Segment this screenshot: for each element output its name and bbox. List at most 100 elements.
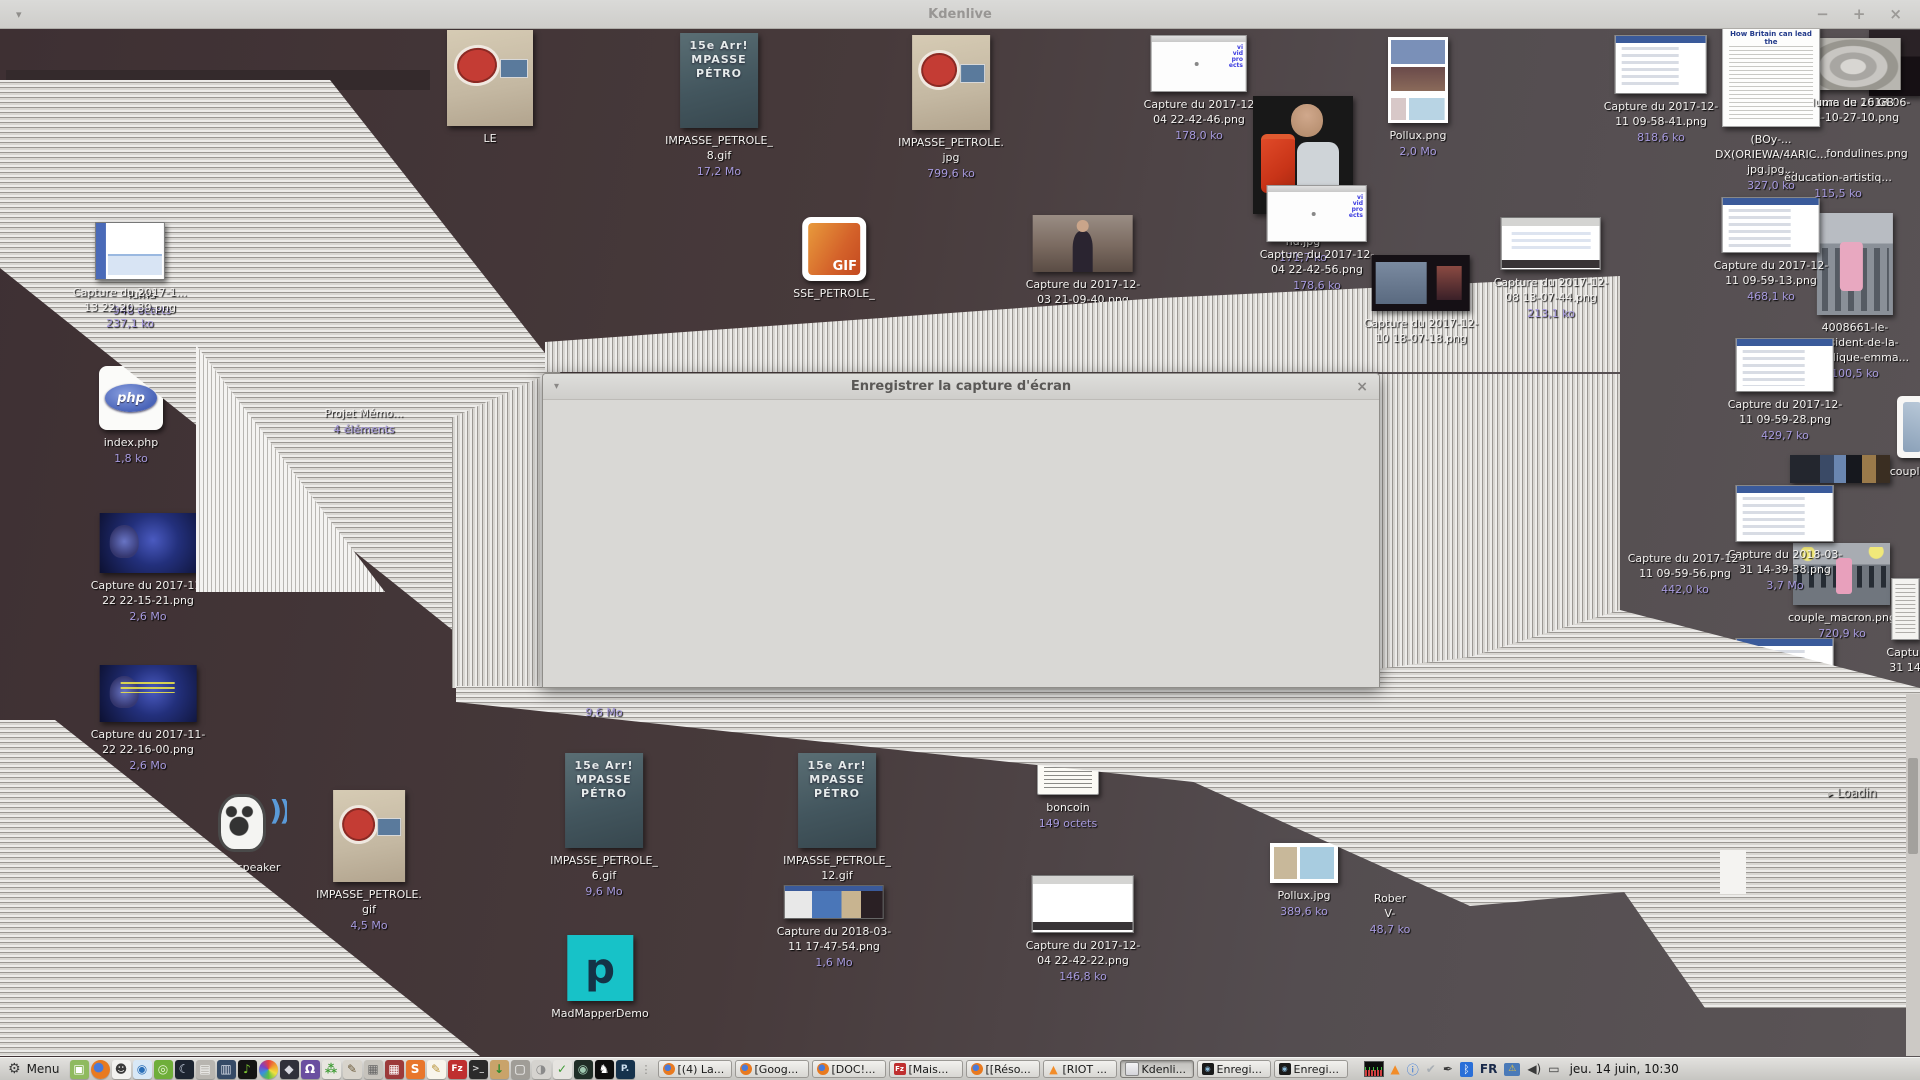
tray-volume-icon[interactable]: ◀) xyxy=(1527,1062,1541,1076)
desktop-icon[interactable]: Capture du 2017-12-11 09-59-56.png442,0 … xyxy=(1628,551,1743,597)
desktop-icon[interactable]: MadMapperDemo xyxy=(551,935,648,1021)
taskbar-window-button[interactable]: ▲[RIOT ... xyxy=(1043,1060,1117,1078)
taskbar-window-button[interactable]: [DOC!... xyxy=(812,1060,886,1078)
desktop-icon[interactable]: Capture du 2017-12-11 09-58-41.png818,6 … xyxy=(1604,35,1719,145)
launcher-horse-icon[interactable]: ♞ xyxy=(595,1060,614,1079)
desktop-icon[interactable]: Pollux.jpg389,6 ko xyxy=(1270,843,1338,919)
tray-screen-icon[interactable]: ▭ xyxy=(1548,1062,1559,1076)
desktop-icon[interactable]: IMPASSE_PETROLE.jpg799,6 ko xyxy=(898,35,1004,181)
taskbar-window-button[interactable]: Fz[Mais... xyxy=(889,1060,963,1078)
desktop-icon[interactable] xyxy=(1790,455,1890,488)
icon-size: 178,6 ko xyxy=(1293,278,1341,293)
launcher-drive-icon[interactable]: ▤ xyxy=(196,1060,215,1079)
desktop-icon[interactable]: vividproectsCapture du 2017-12-04 22-42-… xyxy=(1260,185,1375,293)
desktop-icon[interactable]: phpindex.php1,8 ko xyxy=(99,366,163,466)
desktop-icon[interactable]: Capture du 2017-12-11 09-59-28.png429,7 … xyxy=(1728,338,1843,443)
launcher-sphere-icon[interactable]: ◑ xyxy=(532,1060,551,1079)
desktop-icon[interactable]: Pollux.png2,0 Mo xyxy=(1388,37,1448,159)
desktop-icon[interactable]: Capture du 2018-03-31 14-39-38.png3,7 Mo xyxy=(1728,485,1843,593)
launcher-pen-icon[interactable]: ✎ xyxy=(343,1060,362,1079)
desktop-icon[interactable]: Capture du 2017-11-22 22-16-00.png2,6 Mo xyxy=(91,665,206,773)
tray-brush-icon[interactable]: ✒ xyxy=(1443,1062,1453,1076)
launcher-projector-icon[interactable]: P. xyxy=(616,1060,635,1079)
scrollbar-thumb[interactable] xyxy=(1908,758,1918,854)
desktop-icon[interactable]: fondulines.png xyxy=(1826,146,1908,161)
taskbar-window-button[interactable]: ◉Enregi... xyxy=(1274,1060,1348,1078)
launcher-night-sky-icon[interactable]: ☾ xyxy=(175,1060,194,1079)
desktop-icon[interactable]: Capture du 2017-12-03 21-09-40.png xyxy=(1026,215,1141,307)
dialog-close-button[interactable]: × xyxy=(1356,379,1368,395)
desktop-icon[interactable]: 9,6 Mo xyxy=(585,704,622,720)
tray-check-icon[interactable]: ✔ xyxy=(1426,1062,1436,1076)
launcher-sublime-icon[interactable]: S xyxy=(406,1060,425,1079)
desktop-icon[interactable]: Capture du 2017-12-11 09-59-13.png468,1 … xyxy=(1714,197,1829,304)
menu-button[interactable]: ⚙ Menu xyxy=(8,1061,60,1077)
desktop-icon[interactable]: Capture du 2017-1...13 22-20-39.png237,1… xyxy=(73,222,187,331)
desktop-icon[interactable]: IMPASSE_PETROLE.gif4,5 Mo xyxy=(316,790,422,933)
dialog-titlebar[interactable]: ▾ Enregistrer la capture d'écran × xyxy=(543,374,1379,400)
taskbar-window-button[interactable]: [(4) La... xyxy=(658,1060,732,1078)
desktop-icon[interactable]: ))Gespeaker xyxy=(215,791,287,875)
desktop-icon[interactable]: vividproectsCapture du 2017-1204 22-42-4… xyxy=(1144,35,1255,143)
launcher-spiral-icon[interactable]: ◎ xyxy=(154,1060,173,1079)
dialog-shade-icon[interactable]: ▾ xyxy=(554,381,559,392)
desktop-icon[interactable]: 15e Arr!MPASSEPÉTROIMPASSE_PETROLE_8.gif… xyxy=(665,33,773,179)
desktop-icon[interactable]: Projet Mémo...4 éléments xyxy=(324,406,403,437)
tray-bluetooth-icon[interactable]: ᛒ xyxy=(1460,1062,1473,1077)
desktop-icon[interactable]: boncoin149 octets xyxy=(1037,753,1099,831)
minimize-button[interactable]: − xyxy=(1816,0,1829,28)
launcher-package-icon[interactable]: ↓ xyxy=(490,1060,509,1079)
tray-shield-icon[interactable]: ⓘ xyxy=(1407,1061,1419,1078)
desktop-icon[interactable]: RoberV-48,7 ko xyxy=(1370,891,1411,937)
taskbar-window-button[interactable]: ◉Enregi... xyxy=(1197,1060,1271,1078)
launcher-terminal-icon[interactable]: >_ xyxy=(469,1060,488,1079)
launcher-notes-icon[interactable]: ✎ xyxy=(427,1060,446,1079)
desktop-icon[interactable] xyxy=(1897,396,1920,463)
desktop-icon[interactable]: GIFSSE_PETROLE_ xyxy=(793,217,875,301)
panel-handle[interactable]: ⋮ xyxy=(641,1063,652,1076)
desktop-icon[interactable]: Captur31 14 xyxy=(1886,578,1920,675)
desktop-icon[interactable]: LE xyxy=(447,30,533,146)
window-shade-icon[interactable]: ▾ xyxy=(16,8,22,21)
launcher-music-icon[interactable]: ♪ xyxy=(238,1060,257,1079)
desktop-icon[interactable]: How Britain can lead the(BOy-...DX(ORIEW… xyxy=(1715,25,1827,193)
launcher-screen-icon[interactable]: ▢ xyxy=(511,1060,530,1079)
desktop-icon[interactable]: Capture du 2017-12-10 18-07-18.png xyxy=(1364,255,1479,346)
tray-display-warning-icon[interactable]: ⚠ xyxy=(1504,1063,1520,1076)
scrollbar[interactable] xyxy=(1906,694,1920,1056)
launcher-photos-icon[interactable] xyxy=(259,1060,278,1079)
launcher-film-icon[interactable]: ▥ xyxy=(217,1060,236,1079)
taskbar-window-button[interactable]: [[Réso... xyxy=(966,1060,1040,1078)
maximize-button[interactable]: + xyxy=(1853,0,1866,28)
launcher-unity-icon[interactable]: ◆ xyxy=(280,1060,299,1079)
launcher-eye-icon[interactable]: ◉ xyxy=(133,1060,152,1079)
desktop-icon[interactable]: Capture du 2017-11-22 22-15-21.png2,6 Mo xyxy=(91,513,206,624)
tray-vlc-icon[interactable]: ▲ xyxy=(1391,1062,1400,1076)
launcher-show-desktop-icon[interactable]: ▣ xyxy=(70,1060,89,1079)
launcher-keypad-icon[interactable]: ▦ xyxy=(364,1060,383,1079)
launcher-calculator-icon[interactable]: ▦ xyxy=(385,1060,404,1079)
desktop-icon[interactable]: 15e Arr!MPASSEPÉTROIMPASSE_PETROLE_12.gi… xyxy=(783,753,891,899)
clock[interactable]: jeu. 14 juin, 10:30 xyxy=(1570,1062,1679,1076)
desktop-icon[interactable]: Capture du 2018-03-11 17-47-54.png1,6 Mo xyxy=(777,885,892,970)
close-button[interactable]: × xyxy=(1889,0,1902,28)
launcher-clock-check-icon[interactable]: ✓ xyxy=(553,1060,572,1079)
tray-keyboard-layout-icon[interactable]: FR xyxy=(1480,1062,1497,1076)
desktop-icon[interactable]: Capture du 2017-12-08 13-07-44.png213,1 … xyxy=(1494,217,1609,321)
desktop-icon[interactable]: Databit.me 2016_18-04-2016_region_aout_d… xyxy=(76,818,186,950)
launcher-gespeaker-icon[interactable]: ☻ xyxy=(112,1060,131,1079)
tray-system-monitor-icon[interactable] xyxy=(1364,1061,1384,1077)
desktop-icon[interactable]: luma de 16 GB xyxy=(1812,95,1894,110)
desktop-icon[interactable]: 15e Arr!MPASSEPÉTROIMPASSE_PETROLE_6.gif… xyxy=(550,753,658,899)
desktop-icon[interactable]: éducation-artistiq...115,5 ko xyxy=(1784,170,1892,201)
launcher-filezilla-icon[interactable]: Fz xyxy=(448,1060,467,1079)
launcher-grapes-icon[interactable]: ⁂ xyxy=(322,1060,341,1079)
desktop-icon[interactable]: le_macron__. xyxy=(1805,695,1905,778)
launcher-firefox-icon[interactable] xyxy=(91,1060,110,1079)
desktop-icon[interactable]: couple xyxy=(1890,464,1920,479)
taskbar-window-button[interactable]: [Goog... xyxy=(735,1060,809,1078)
desktop-icon[interactable]: Capture du 2017-12-04 22-42-22.png146,8 … xyxy=(1026,875,1141,984)
launcher-headphones-icon[interactable]: Ω xyxy=(301,1060,320,1079)
taskbar-window-button[interactable]: Kdenli... xyxy=(1120,1060,1194,1078)
launcher-lens-icon[interactable]: ◉ xyxy=(574,1060,593,1079)
